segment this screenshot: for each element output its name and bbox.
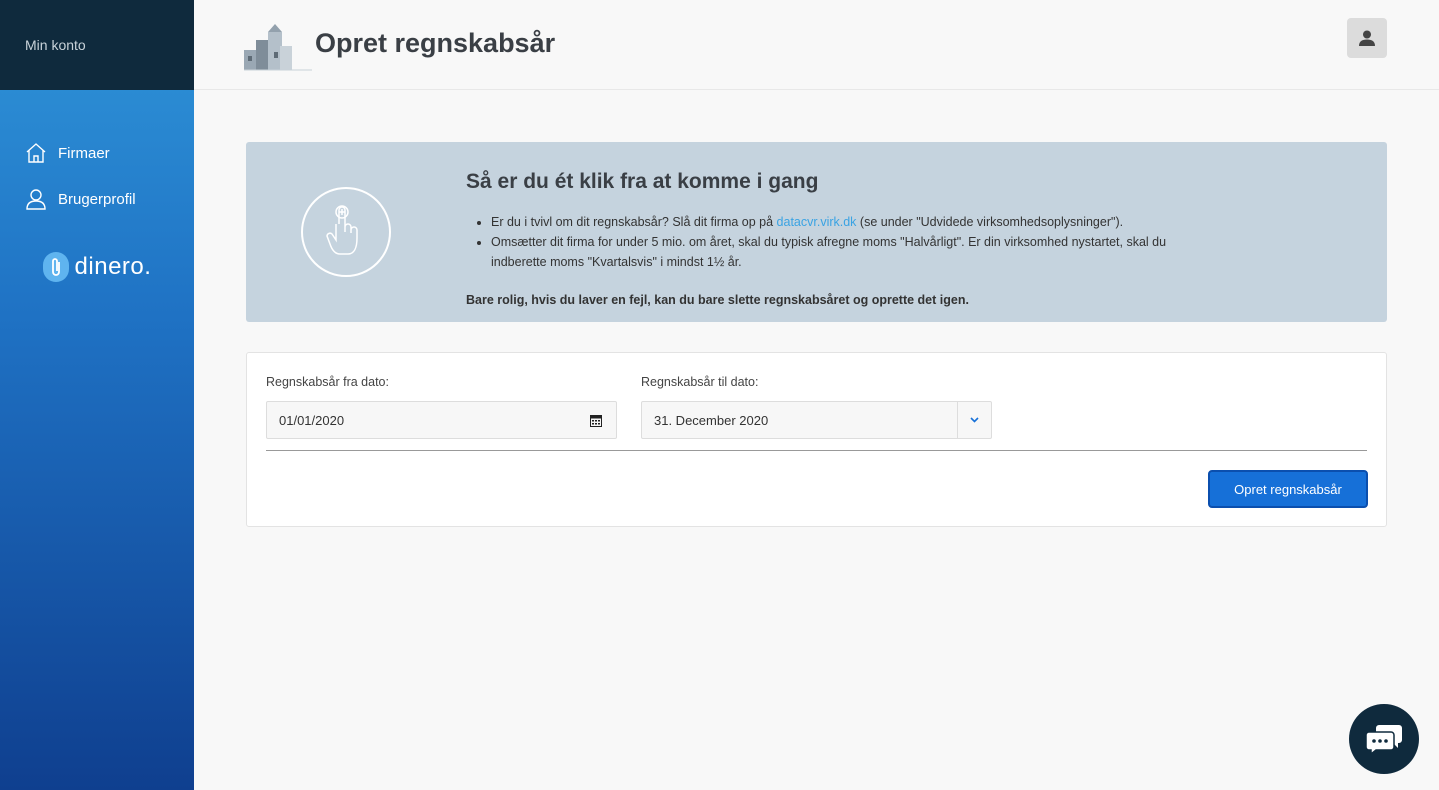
datacvr-link[interactable]: datacvr.virk.dk <box>777 215 857 229</box>
fiscal-year-form: Regnskabsår fra dato: 01/01/2020 Regnska… <box>246 352 1387 527</box>
list-item: Er du i tvivl om dit regnskabsår? Slå di… <box>491 212 1211 232</box>
brand-name: dinero. <box>74 253 152 280</box>
chat-button[interactable] <box>1349 704 1419 774</box>
user-icon <box>1359 30 1375 46</box>
to-date-select[interactable]: 31. December 2020 <box>641 401 992 439</box>
from-date-input[interactable]: 01/01/2020 <box>266 401 617 439</box>
user-icon <box>25 188 47 210</box>
tap-finger-icon <box>301 187 391 277</box>
list-item: Omsætter dit firma for under 5 mio. om å… <box>491 232 1211 272</box>
sidebar-nav: Firmaer Brugerprofil <box>0 90 194 222</box>
from-date-field: Regnskabsår fra dato: 01/01/2020 <box>266 375 617 439</box>
info-banner: Så er du ét klik fra at komme i gang Er … <box>246 142 1387 322</box>
buildings-illustration <box>244 24 312 71</box>
paperclip-icon <box>42 252 69 282</box>
account-label[interactable]: Min konto <box>25 37 86 53</box>
banner-heading: Så er du ét klik fra at komme i gang <box>466 170 819 193</box>
calendar-icon[interactable] <box>590 414 602 427</box>
to-date-label: Regnskabsår til dato: <box>641 375 759 389</box>
banner-note: Bare rolig, hvis du laver en fejl, kan d… <box>466 293 969 307</box>
sidebar-item-label: Firmaer <box>58 144 110 162</box>
to-date-value: 31. December 2020 <box>654 412 769 428</box>
chevron-down-icon[interactable] <box>957 402 991 438</box>
user-menu-button[interactable] <box>1347 18 1387 58</box>
sidebar-item-label: Brugerprofil <box>58 190 136 208</box>
from-date-value: 01/01/2020 <box>279 412 345 428</box>
account-header[interactable]: Min konto <box>0 0 194 90</box>
sidebar: Min konto Firmaer Brugerprofil dinero. <box>0 0 194 790</box>
banner-tips-list: Er du i tvivl om dit regnskabsår? Slå di… <box>491 212 1211 272</box>
sidebar-item-firmaer[interactable]: Firmaer <box>0 130 194 176</box>
home-icon <box>25 142 47 164</box>
from-date-label: Regnskabsår fra dato: <box>266 375 389 389</box>
create-fiscal-year-button[interactable]: Opret regnskabsår <box>1208 470 1368 508</box>
chat-bubbles-icon <box>1365 725 1402 755</box>
dinero-logo: dinero. <box>0 252 194 282</box>
to-date-field: Regnskabsår til dato: 31. December 2020 <box>641 375 992 439</box>
page-header: Opret regnskabsår <box>194 0 1439 90</box>
form-divider <box>266 450 1367 451</box>
page-title: Opret regnskabsår <box>315 28 556 58</box>
sidebar-item-brugerprofil[interactable]: Brugerprofil <box>0 176 194 222</box>
